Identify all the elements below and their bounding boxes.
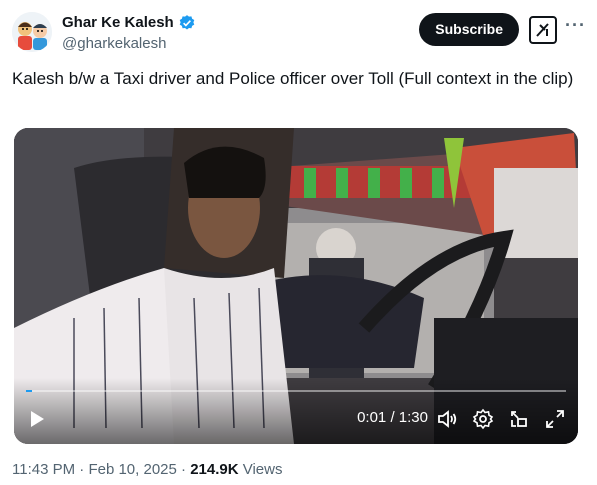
avatar[interactable] — [12, 12, 52, 52]
meta-separator: · — [75, 461, 89, 478]
subscribe-button[interactable]: Subscribe — [419, 13, 519, 46]
video-player[interactable]: 0:01 / 1:30 — [14, 128, 578, 444]
user-handle[interactable]: @gharkekalesh — [62, 35, 196, 53]
grok-icon[interactable] — [529, 16, 557, 44]
tweet-meta: 11:43 PM · Feb 10, 2025 · 214.9K Views — [12, 461, 282, 478]
video-time: 0:01 / 1:30 — [357, 409, 428, 426]
meta-separator: · — [176, 461, 191, 478]
current-time: 0:01 — [357, 409, 387, 426]
video-controls: 0:01 / 1:30 — [14, 392, 578, 444]
verified-badge-icon[interactable] — [178, 14, 196, 32]
display-name[interactable]: Ghar Ke Kalesh — [62, 14, 174, 32]
volume-icon[interactable] — [436, 408, 458, 430]
duration: 1:30 — [398, 409, 428, 426]
play-icon[interactable] — [28, 410, 46, 428]
settings-icon[interactable] — [472, 408, 494, 430]
user-info[interactable]: Ghar Ke Kalesh @gharkekalesh — [62, 14, 196, 53]
tweet-header: Ghar Ke Kalesh @gharkekalesh Subscribe ·… — [12, 12, 585, 56]
tweet-date[interactable]: Feb 10, 2025 — [88, 461, 176, 478]
views-label: Views — [238, 461, 283, 478]
time-separator: / — [386, 409, 399, 426]
more-icon[interactable]: ··· — [565, 16, 585, 38]
fullscreen-icon[interactable] — [544, 408, 566, 430]
pip-icon[interactable] — [508, 408, 530, 430]
views-count: 214.9K — [190, 461, 239, 478]
tweet-time[interactable]: 11:43 PM — [12, 461, 75, 478]
tweet-text: Kalesh b/w a Taxi driver and Police offi… — [12, 69, 574, 88]
